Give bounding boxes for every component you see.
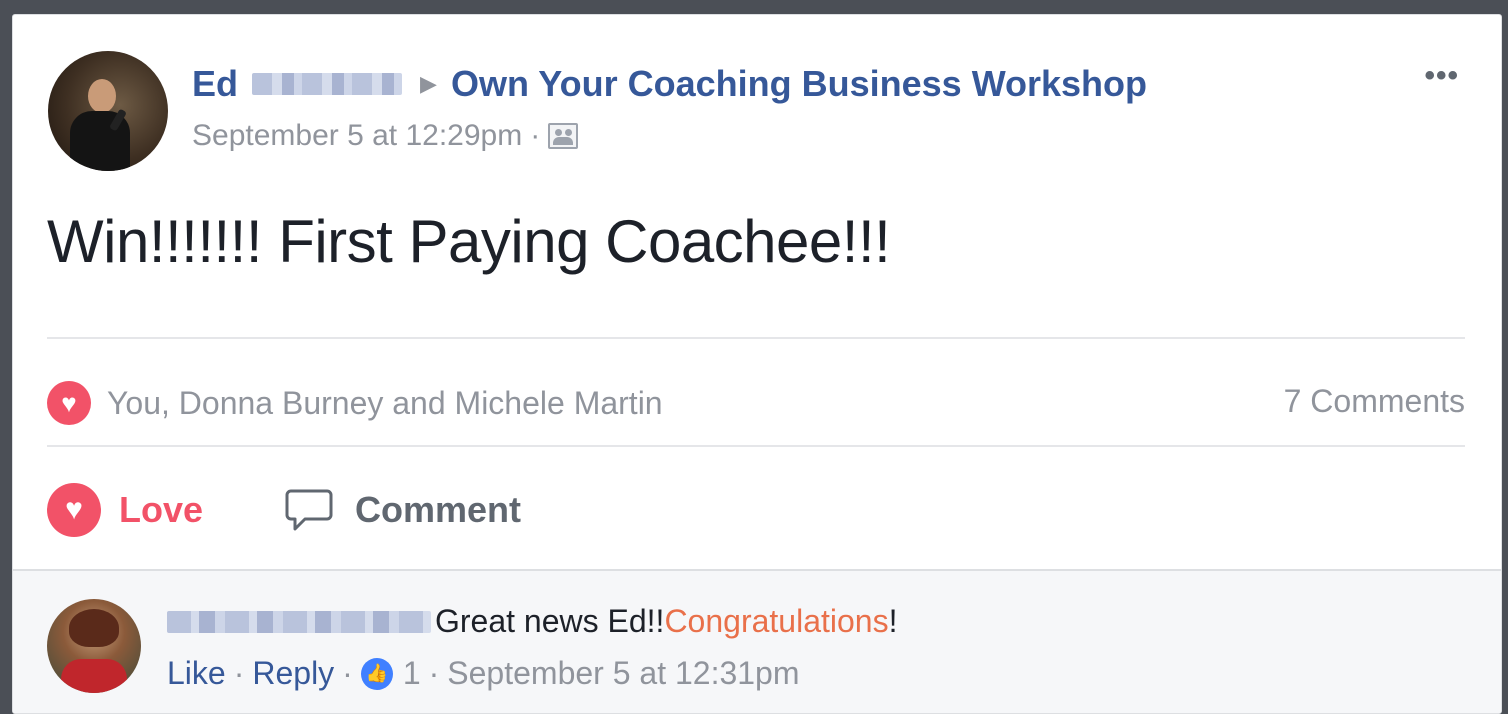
love-icon: ♥: [47, 483, 101, 537]
avatar-hair: [69, 609, 119, 647]
thumbs-up-icon[interactable]: 👍: [360, 657, 393, 690]
comment-like-count[interactable]: 1: [403, 655, 421, 692]
reactions-names[interactable]: You, Donna Burney and Michele Martin: [107, 385, 663, 422]
comment-like-link[interactable]: Like: [167, 655, 226, 692]
comment-timestamp-link[interactable]: September 5 at 12:31pm: [447, 655, 799, 692]
comments-section: Great news Ed!! Congratulations ! Like ·…: [13, 569, 1501, 713]
post-meta: September 5 at 12:29pm ·: [192, 119, 579, 153]
comment-reply-link[interactable]: Reply: [252, 655, 334, 692]
avatar-shirt: [61, 659, 127, 693]
redacted-commenter-name[interactable]: [167, 610, 431, 633]
comment-highlight-text: Congratulations: [664, 603, 889, 639]
comment-actions: Like · Reply · 👍 1 · September 5 at 12:3…: [167, 655, 800, 692]
commenter-avatar[interactable]: [47, 599, 141, 693]
redacted-surname: [252, 73, 403, 95]
post-timestamp-link[interactable]: September 5 at 12:29pm: [192, 119, 522, 153]
love-button[interactable]: ♥ Love: [47, 483, 203, 537]
separator-dot: ·: [233, 655, 245, 691]
author-avatar[interactable]: [48, 51, 168, 171]
group-name-link[interactable]: Own Your Coaching Business Workshop: [451, 63, 1147, 105]
comment-text-line: Great news Ed!! Congratulations !: [167, 603, 897, 640]
comment-button[interactable]: Comment: [285, 488, 521, 532]
action-bar: ♥ Love Comment: [47, 483, 521, 537]
divider: [47, 445, 1465, 447]
arrow-right-icon: ▶: [420, 71, 437, 96]
avatar-head: [88, 79, 116, 113]
love-icon: ♥: [47, 381, 91, 425]
divider: [47, 337, 1465, 339]
post-body-text: Win!!!!!!! First Paying Coachee!!!: [47, 208, 891, 275]
author-name-link[interactable]: Ed: [192, 63, 238, 105]
members-icon[interactable]: [548, 123, 579, 149]
separator-dot: ·: [342, 655, 353, 691]
reactions-summary[interactable]: ♥ You, Donna Burney and Michele Martin: [47, 381, 663, 425]
love-button-label: Love: [119, 489, 204, 530]
speech-bubble-icon: [285, 489, 333, 531]
post-header: Ed ▶ Own Your Coaching Business Workshop: [192, 61, 1147, 107]
comment-text-end: !: [888, 603, 898, 639]
more-options-icon[interactable]: •••: [1424, 59, 1459, 93]
comment-text: Great news Ed!!: [435, 603, 665, 639]
comment-button-label: Comment: [355, 489, 522, 530]
comments-count-link[interactable]: 7 Comments: [1284, 383, 1465, 420]
separator-dot: ·: [428, 655, 440, 691]
separator-dot: ·: [530, 119, 541, 152]
post-card: Ed ▶ Own Your Coaching Business Workshop…: [12, 14, 1502, 714]
